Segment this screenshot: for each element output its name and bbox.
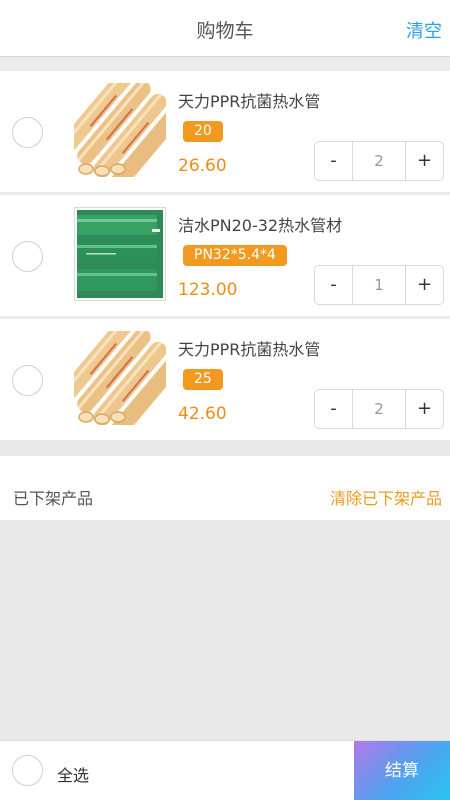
quantity-value[interactable]: 2 [353,390,405,428]
decrease-button[interactable]: - [315,266,353,304]
increase-button[interactable]: + [405,390,443,428]
offline-products-section: 已下架产品 清除已下架产品 [0,456,450,520]
item-select-radio[interactable] [12,241,43,272]
page-title: 购物车 [196,20,254,42]
header-bar: 购物车 清空 [0,0,450,57]
cart-page: 购物车 清空 天力PPR抗菌热水管 20 26.60 - 2 + 洁水PN20-… [0,0,450,800]
select-all-radio[interactable] [12,755,43,786]
cart-item: 天力PPR抗菌热水管 20 26.60 - 2 + [0,71,450,192]
product-name[interactable]: 天力PPR抗菌热水管 [178,336,320,360]
item-select-radio[interactable] [12,365,43,396]
product-price: 26.60 [178,156,227,176]
spec-badge: 25 [183,369,223,390]
section-gap [0,57,450,71]
checkout-button[interactable]: 结算 [354,741,450,800]
product-image[interactable] [74,331,166,425]
increase-button[interactable]: + [405,142,443,180]
spec-badge: 20 [183,121,223,142]
item-select-radio[interactable] [12,117,43,148]
product-price: 42.60 [178,404,227,424]
product-price: 123.00 [178,280,238,300]
clear-cart-button[interactable]: 清空 [406,17,442,43]
product-name[interactable]: 天力PPR抗菌热水管 [178,88,320,112]
cart-item: 洁水PN20-32热水管材 PN32*5.4*4 123.00 - 1 + [0,195,450,316]
offline-products-label: 已下架产品 [13,489,94,508]
spec-badge: PN32*5.4*4 [183,245,287,266]
decrease-button[interactable]: - [315,390,353,428]
quantity-stepper: - 2 + [314,389,444,429]
quantity-value[interactable]: 2 [353,142,405,180]
select-all-label[interactable]: 全选 [57,762,89,786]
quantity-stepper: - 1 + [314,265,444,305]
product-name[interactable]: 洁水PN20-32热水管材 [178,212,342,236]
cart-item: 天力PPR抗菌热水管 25 42.60 - 2 + [0,319,450,440]
product-image[interactable] [74,83,166,177]
quantity-value[interactable]: 1 [353,266,405,304]
decrease-button[interactable]: - [315,142,353,180]
bottom-bar: 全选 结算 [0,740,450,800]
increase-button[interactable]: + [405,266,443,304]
quantity-stepper: - 2 + [314,141,444,181]
clear-offline-button[interactable]: 清除已下架产品 [330,485,442,509]
product-image[interactable] [74,207,166,301]
